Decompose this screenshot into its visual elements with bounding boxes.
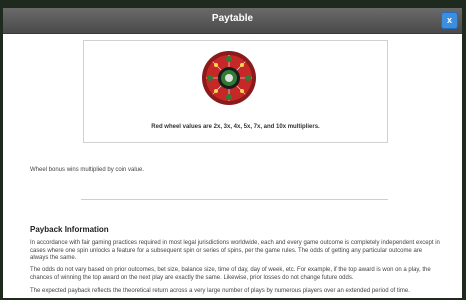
- dialog-titlebar: Paytable x: [3, 8, 462, 34]
- dialog-title: Paytable: [211, 13, 254, 24]
- paytable-dialog: Paytable x Red wheel values are 2x, 3x, …: [3, 8, 462, 298]
- payback-paragraph-2: The odds do not vary based on prior outc…: [30, 267, 431, 281]
- bonus-wheel-image: [202, 51, 256, 105]
- payback-paragraph-1: In accordance with fair gaming practices…: [30, 240, 440, 261]
- wheel-caption: Red wheel values are 2x, 3x, 4x, 5x, 7x,…: [151, 124, 320, 130]
- payback-heading: Payback Information: [30, 225, 109, 234]
- dialog-content[interactable]: Red wheel values are 2x, 3x, 4x, 5x, 7x,…: [3, 34, 462, 298]
- divider: [81, 199, 388, 200]
- payback-paragraph-3: The expected payback reflects the theore…: [30, 288, 410, 294]
- wheel-bonus-note: Wheel bonus wins multiplied by coin valu…: [30, 167, 145, 173]
- wheel-panel: Red wheel values are 2x, 3x, 4x, 5x, 7x,…: [83, 40, 388, 143]
- close-button[interactable]: x: [441, 12, 458, 29]
